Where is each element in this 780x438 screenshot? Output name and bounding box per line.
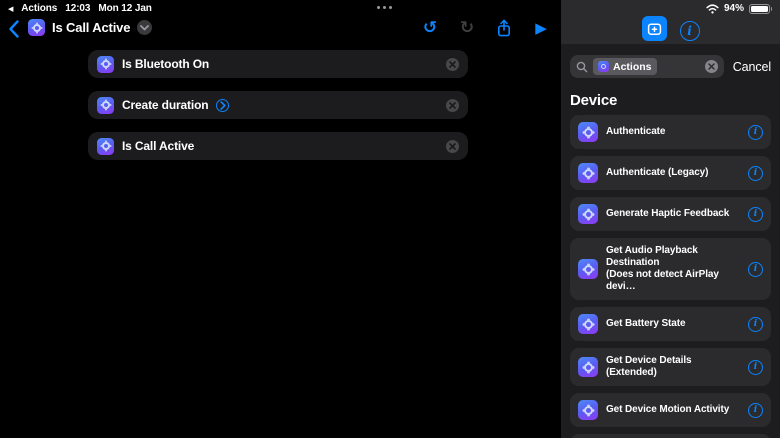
battery-icon — [749, 3, 772, 14]
panel-body: Actions Cancel Device Authenticate i Aut… — [561, 44, 780, 438]
info-icon: i — [753, 319, 758, 329]
item-info-button[interactable]: i — [748, 261, 763, 277]
list-item-app-icon — [578, 259, 598, 279]
info-icon: i — [753, 405, 758, 415]
action-library-panel: 94% i Actions Cancel Device Authenticate… — [561, 0, 780, 438]
action-app-icon — [97, 55, 114, 73]
item-info-button[interactable]: i — [748, 124, 763, 140]
list-item[interactable]: Get Audio Playback Destination (Does not… — [570, 238, 771, 300]
close-icon — [449, 101, 456, 109]
back-to-app-icon[interactable]: ◀ — [8, 4, 13, 14]
token-label: Actions — [613, 60, 652, 73]
wifi-icon — [706, 3, 719, 14]
status-bar-left: ◀ Actions 12:03 Mon 12 Jan — [8, 3, 152, 14]
token-app-icon — [598, 61, 609, 72]
shortcuts-app-window: ◀ Actions 12:03 Mon 12 Jan Is Call Activ… — [0, 0, 780, 438]
status-date: Mon 12 Jan — [98, 3, 152, 14]
status-time: 12:03 — [65, 3, 91, 14]
list-item-label: Authenticate — [606, 126, 666, 137]
expand-action-button[interactable] — [216, 98, 230, 112]
list-item[interactable]: Get Battery State i — [570, 307, 771, 341]
action-card-label: Is Call Active — [122, 139, 195, 153]
play-icon: ▶ — [535, 19, 547, 37]
share-button[interactable] — [493, 17, 515, 39]
list-item[interactable]: Generate Haptic Feedback i — [570, 197, 771, 231]
list-item-app-icon — [578, 400, 598, 420]
shortcut-editor-canvas: Is Bluetooth On Create duration Is Call … — [88, 50, 468, 173]
redo-button[interactable]: ↻ — [456, 17, 478, 39]
status-bar-right: 94% — [706, 3, 772, 14]
info-icon: i — [687, 24, 692, 38]
shortcut-title-menu[interactable]: Is Call Active — [28, 19, 153, 36]
action-card[interactable]: Is Bluetooth On — [88, 50, 468, 78]
action-library-icon — [647, 23, 661, 35]
info-icon: i — [753, 264, 758, 274]
action-card-label: Is Bluetooth On — [122, 57, 210, 71]
item-info-button[interactable]: i — [748, 206, 763, 222]
list-item[interactable]: Get Device Motion Activity i — [570, 393, 771, 427]
list-item[interactable]: Get Device Motion Data i — [570, 434, 771, 438]
info-icon: i — [753, 127, 758, 137]
undo-icon: ↺ — [422, 18, 438, 38]
search-icon — [576, 61, 588, 72]
item-info-button[interactable]: i — [748, 316, 763, 332]
list-item-label: Get Device Details (Extended) — [606, 355, 692, 378]
list-item-label: Generate Haptic Feedback — [606, 208, 730, 219]
info-icon: i — [753, 209, 758, 219]
search-input[interactable]: Actions — [570, 55, 724, 78]
search-row: Actions Cancel — [570, 55, 771, 78]
search-filter-token[interactable]: Actions — [593, 58, 657, 75]
info-icon: i — [753, 362, 758, 372]
cancel-search-button[interactable]: Cancel — [733, 60, 771, 74]
chevron-down-icon — [140, 24, 150, 30]
close-icon — [449, 60, 456, 68]
title-dropdown-button[interactable] — [137, 20, 153, 35]
list-item[interactable]: Authenticate (Legacy) i — [570, 156, 771, 190]
item-info-button[interactable]: i — [748, 359, 763, 375]
list-item-label: Authenticate (Legacy) — [606, 167, 709, 178]
action-list: Authenticate i Authenticate (Legacy) i G… — [570, 115, 771, 438]
chevron-right-icon — [220, 100, 226, 110]
close-icon — [449, 142, 456, 150]
back-to-app-label[interactable]: Actions — [21, 3, 57, 14]
panel-header: 94% i — [561, 0, 780, 44]
list-item-app-icon — [578, 314, 598, 334]
shortcut-app-icon — [28, 19, 45, 36]
item-info-button[interactable]: i — [748, 402, 763, 418]
list-item-label: Get Battery State — [606, 318, 686, 329]
share-icon — [497, 19, 510, 36]
info-icon: i — [753, 168, 758, 178]
chevron-left-icon — [9, 20, 19, 38]
action-app-icon — [97, 96, 114, 114]
list-item-app-icon — [578, 122, 598, 142]
editor-toolbar: ↺ ↻ ▶ — [419, 17, 552, 39]
list-item[interactable]: Get Device Details (Extended) i — [570, 348, 771, 386]
redo-icon: ↻ — [459, 18, 475, 38]
remove-action-button[interactable] — [446, 139, 459, 153]
list-item-app-icon — [578, 204, 598, 224]
list-item-app-icon — [578, 163, 598, 183]
shortcut-title: Is Call Active — [52, 20, 131, 35]
action-card[interactable]: Create duration — [88, 91, 468, 119]
list-item-label: Get Device Motion Activity — [606, 404, 730, 415]
action-app-icon — [97, 137, 114, 155]
close-icon — [707, 63, 715, 70]
action-library-tab-button[interactable] — [641, 16, 667, 41]
action-card-label: Create duration — [122, 98, 209, 112]
run-shortcut-button[interactable]: ▶ — [530, 17, 552, 39]
list-item-app-icon — [578, 357, 598, 377]
clear-search-button[interactable] — [704, 60, 718, 73]
battery-percent: 94% — [723, 3, 744, 14]
remove-action-button[interactable] — [446, 98, 459, 112]
remove-action-button[interactable] — [446, 57, 459, 71]
undo-button[interactable]: ↺ — [419, 17, 441, 39]
action-card[interactable]: Is Call Active — [88, 132, 468, 160]
list-item[interactable]: Authenticate i — [570, 115, 771, 149]
item-info-button[interactable]: i — [748, 165, 763, 181]
shortcut-info-tab-button[interactable]: i — [679, 21, 700, 41]
list-item-label: Get Audio Playback Destination (Does not… — [606, 245, 719, 292]
section-header-device: Device — [570, 92, 618, 109]
back-button[interactable] — [8, 20, 20, 38]
multitasking-indicator[interactable] — [377, 6, 392, 9]
